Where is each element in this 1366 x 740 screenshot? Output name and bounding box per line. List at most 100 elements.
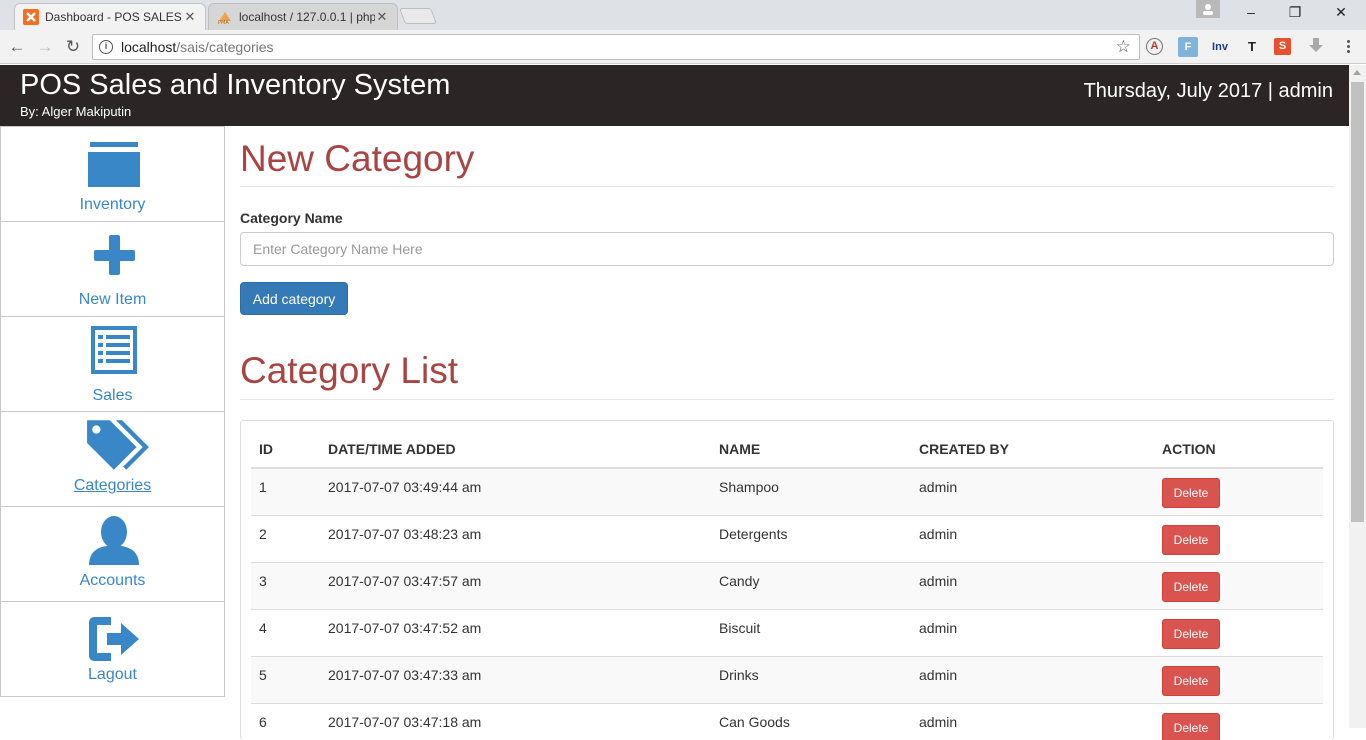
list-icon: [91, 326, 137, 374]
row-id: 6: [259, 713, 267, 730]
row-created-by: admin: [919, 525, 958, 542]
row-datetime: 2017-07-07 03:49:44 am: [328, 478, 482, 495]
extension-t-icon[interactable]: T: [1242, 37, 1262, 57]
url-host: localhost: [121, 39, 177, 55]
delete-button[interactable]: Delete: [1162, 571, 1220, 602]
sidebar-item-label: New Item: [78, 291, 147, 308]
app-header: POS Sales and Inventory System By: Alger…: [0, 65, 1349, 126]
table-row: 6 2017-07-07 03:47:18 am Can Goods admin…: [251, 702, 1323, 740]
table-row: 1 2017-07-07 03:49:44 am Shampoo admin D…: [251, 467, 1323, 515]
row-datetime: 2017-07-07 03:48:23 am: [328, 525, 482, 542]
back-arrow-icon[interactable]: ←: [6, 36, 28, 58]
category-table: ID DATE/TIME ADDED NAME CREATED BY ACTIO…: [251, 431, 1323, 740]
row-id: 4: [259, 619, 267, 636]
window-close-button[interactable]: ✕: [1326, 4, 1356, 24]
row-id: 1: [259, 478, 267, 495]
delete-button[interactable]: Delete: [1162, 524, 1220, 555]
table-row: 3 2017-07-07 03:47:57 am Candy admin Del…: [251, 561, 1323, 609]
delete-button[interactable]: Delete: [1162, 712, 1220, 740]
row-created-by: admin: [919, 478, 958, 495]
forward-arrow-icon[interactable]: →: [34, 36, 56, 58]
user-icon: [89, 516, 139, 565]
extension-a-icon[interactable]: A: [1146, 38, 1163, 55]
app-subtitle: By: Alger Makiputin: [20, 104, 132, 119]
tab-close-icon[interactable]: ✕: [375, 9, 389, 25]
url-path: /sais/categories: [176, 39, 274, 55]
svg-text:PMA: PMA: [218, 20, 229, 25]
sidebar-item-label: Accounts: [79, 572, 146, 589]
category-name-label: Category Name: [240, 210, 343, 226]
sidebar-item-inventory[interactable]: Inventory: [0, 126, 225, 222]
column-header-created-by: CREATED BY: [911, 431, 1154, 469]
extension-inv-icon[interactable]: Inv: [1208, 37, 1232, 57]
window-restore-button[interactable]: ❐: [1280, 4, 1310, 24]
sidebar-item-label: Sales: [92, 387, 133, 404]
delete-button[interactable]: Delete: [1162, 618, 1220, 649]
row-name: Can Goods: [719, 713, 790, 730]
row-created-by: admin: [919, 619, 958, 636]
scroll-up-arrow-icon[interactable]: [1353, 70, 1361, 75]
tab-close-icon[interactable]: ✕: [183, 9, 197, 25]
row-created-by: admin: [919, 713, 958, 730]
plus-icon: [94, 235, 135, 275]
column-header-action: ACTION: [1154, 431, 1323, 469]
row-datetime: 2017-07-07 03:47:57 am: [328, 572, 482, 589]
xampp-favicon-icon: [23, 9, 39, 25]
row-datetime: 2017-07-07 03:47:18 am: [328, 713, 482, 730]
date-user-label: Thursday, July 2017 | admin: [1083, 80, 1333, 102]
page-scrollbar[interactable]: [1349, 65, 1366, 728]
table-row: 4 2017-07-07 03:47:52 am Biscuit admin D…: [251, 608, 1323, 656]
delete-button[interactable]: Delete: [1162, 477, 1220, 508]
row-id: 3: [259, 572, 267, 589]
sidebar: Inventory New Item Sales Categories Acco…: [0, 126, 225, 697]
row-created-by: admin: [919, 572, 958, 589]
sidebar-item-new-item[interactable]: New Item: [0, 222, 225, 317]
folder-icon: [88, 142, 140, 187]
sidebar-item-accounts[interactable]: Accounts: [0, 507, 225, 602]
row-created-by: admin: [919, 666, 958, 683]
sidebar-item-sales[interactable]: Sales: [0, 317, 225, 412]
row-name: Shampoo: [719, 478, 779, 495]
category-table-panel: ID DATE/TIME ADDED NAME CREATED BY ACTIO…: [240, 420, 1334, 740]
sidebar-item-categories[interactable]: Categories: [0, 412, 225, 507]
delete-button[interactable]: Delete: [1162, 665, 1220, 696]
info-icon[interactable]: i: [99, 40, 113, 54]
column-header-name: NAME: [711, 431, 911, 469]
bookmark-star-icon[interactable]: ☆: [1116, 37, 1131, 57]
address-bar[interactable]: i localhost/sais/categories ☆: [92, 34, 1140, 60]
category-name-input[interactable]: [240, 232, 1334, 266]
extension-f-icon[interactable]: F: [1178, 37, 1198, 57]
row-name: Drinks: [719, 666, 759, 683]
tags-icon: [87, 420, 149, 470]
add-category-button[interactable]: Add category: [240, 282, 348, 315]
browser-tab-dashboard[interactable]: Dashboard - POS SALES A ✕: [14, 3, 206, 30]
sidebar-item-label: Lagout: [88, 666, 137, 683]
window-minimize-button[interactable]: –: [1236, 4, 1266, 24]
extension-shield-icon[interactable]: S: [1274, 38, 1291, 55]
row-datetime: 2017-07-07 03:47:52 am: [328, 619, 482, 636]
row-datetime: 2017-07-07 03:47:33 am: [328, 666, 482, 683]
table-header-row: ID DATE/TIME ADDED NAME CREATED BY ACTIO…: [251, 431, 1323, 469]
table-row: 5 2017-07-07 03:47:33 am Drinks admin De…: [251, 655, 1323, 703]
browser-menu-icon[interactable]: [1340, 38, 1356, 58]
scrollbar-thumb[interactable]: [1351, 82, 1364, 522]
row-name: Biscuit: [719, 619, 761, 636]
new-tab-button[interactable]: [399, 8, 437, 24]
row-name: Candy: [719, 572, 760, 589]
row-name: Detergents: [719, 525, 788, 542]
browser-tab-title: localhost / 127.0.0.1 | php: [239, 10, 375, 24]
sidebar-item-logout[interactable]: Lagout: [0, 602, 225, 697]
divider: [240, 399, 1334, 400]
browser-tab-title: Dashboard - POS SALES A: [45, 10, 183, 24]
profile-button[interactable]: [1196, 0, 1220, 18]
download-arrow-icon: [1309, 38, 1323, 52]
column-header-datetime: DATE/TIME ADDED: [320, 431, 711, 469]
table-row: 2 2017-07-07 03:48:23 am Detergents admi…: [251, 514, 1323, 562]
browser-tab-phpmyadmin[interactable]: PMA localhost / 127.0.0.1 | php ✕: [208, 3, 398, 30]
sidebar-item-label: Categories: [73, 477, 152, 494]
row-id: 5: [259, 666, 267, 683]
logout-icon: [89, 617, 139, 661]
reload-icon[interactable]: ↻: [62, 36, 84, 58]
browser-toolbar: ← → ↻ i localhost/sais/categories ☆ A F …: [0, 30, 1366, 64]
extension-download-icon[interactable]: [1306, 37, 1326, 57]
